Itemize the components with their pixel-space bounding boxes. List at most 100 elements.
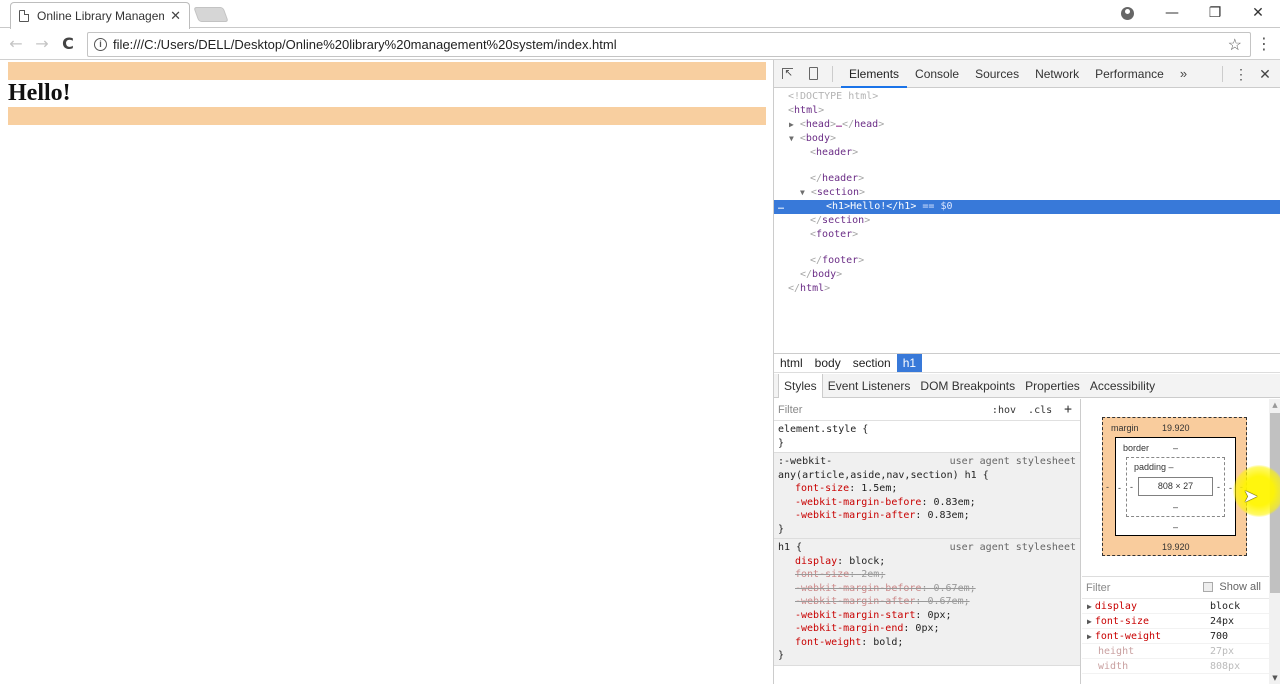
mouse-cursor-icon: ➤ — [1243, 486, 1259, 507]
scroll-down-icon[interactable]: ▼ — [1269, 672, 1280, 684]
border-top-value[interactable]: – — [1173, 443, 1178, 453]
style-property[interactable]: -webkit-margin-end: 0px; — [778, 622, 1076, 636]
border-left-value[interactable]: - — [1118, 483, 1121, 493]
subtab-event-listeners[interactable]: Event Listeners — [823, 374, 916, 398]
dom-node-html-close[interactable]: </html> — [774, 282, 1280, 296]
border-bottom-value[interactable]: – — [1173, 522, 1178, 532]
cls-button[interactable]: .cls — [1028, 405, 1052, 416]
more-tabs-icon[interactable]: » — [1172, 66, 1195, 81]
collapse-arrow-icon[interactable]: ▼ — [800, 188, 805, 197]
border-right-value[interactable]: - — [1229, 483, 1232, 493]
style-property[interactable]: font-weight: bold; — [778, 636, 1076, 650]
dom-node-footer-close[interactable]: </footer> — [774, 254, 1280, 268]
expand-arrow-icon[interactable]: ▶ — [789, 120, 794, 129]
subtab-properties[interactable]: Properties — [1020, 374, 1085, 398]
dom-node-footer-open[interactable]: <footer> — [774, 228, 1280, 242]
breadcrumb-section[interactable]: section — [847, 354, 897, 372]
computed-row[interactable]: height 27px — [1082, 644, 1269, 659]
bookmark-star-icon[interactable]: ☆ — [1228, 35, 1242, 55]
device-toolbar-icon[interactable] — [800, 60, 826, 88]
reload-button[interactable]: C — [58, 34, 78, 54]
tab-console[interactable]: Console — [907, 60, 967, 88]
dom-node-head[interactable]: ▶ <head>…</head> — [774, 118, 1280, 132]
inspect-element-icon[interactable] — [774, 60, 800, 88]
breadcrumb-html[interactable]: html — [774, 354, 809, 372]
subtab-styles[interactable]: Styles — [778, 373, 823, 398]
more-actions-icon[interactable]: … — [778, 200, 784, 214]
subtab-accessibility[interactable]: Accessibility — [1085, 374, 1160, 398]
style-property[interactable]: -webkit-margin-start: 0px; — [778, 609, 1076, 623]
computed-row[interactable]: ▶ font-weight 700 — [1082, 629, 1269, 644]
scroll-thumb[interactable] — [1270, 413, 1280, 593]
devtools-menu-icon[interactable]: ⋮ — [1231, 60, 1251, 88]
dom-node-body-close[interactable]: </body> — [774, 268, 1280, 282]
margin-bottom-value[interactable]: 19.920 — [1162, 542, 1190, 552]
rule-h1[interactable]: h1 {user agent stylesheet display: block… — [774, 539, 1080, 666]
back-button[interactable]: ← — [6, 34, 26, 54]
box-model-padding[interactable]: padding – – - - 808 × 27 — [1126, 457, 1225, 517]
rule-selector: element.style { — [778, 424, 869, 435]
styles-filter-input[interactable]: Filter :hov .cls + — [774, 399, 1080, 421]
new-tab-button[interactable] — [193, 7, 229, 22]
tab-elements[interactable]: Elements — [841, 60, 908, 88]
sidebar-scrollbar[interactable]: ▲ ▼ — [1269, 399, 1280, 684]
dom-node-section[interactable]: ▼ <section> — [774, 186, 1280, 200]
padding-left-value[interactable]: - — [1130, 482, 1133, 492]
info-icon[interactable]: i — [94, 38, 107, 51]
expand-arrow-icon[interactable]: ▶ — [1087, 602, 1092, 611]
style-property[interactable]: -webkit-margin-before: 0.83em; — [778, 496, 1076, 510]
style-property-overridden[interactable]: font-size: 2em; — [778, 568, 1076, 582]
browser-menu-icon[interactable]: ⋮ — [1256, 35, 1272, 53]
tab-performance[interactable]: Performance — [1087, 60, 1172, 88]
dom-node-header-close[interactable]: </header> — [774, 172, 1280, 186]
expand-arrow-icon[interactable]: ▶ — [1087, 632, 1092, 641]
minimize-button[interactable]: — — [1150, 0, 1194, 26]
dom-node-html[interactable]: <html> — [774, 104, 1280, 118]
dom-node-section-close[interactable]: </section> — [774, 214, 1280, 228]
box-model-content[interactable]: 808 × 27 — [1138, 477, 1213, 496]
computed-row[interactable]: ▶ font-size 24px — [1082, 614, 1269, 629]
subtab-dom-breakpoints[interactable]: DOM Breakpoints — [915, 374, 1020, 398]
dom-node-h1-selected[interactable]: … <h1>Hello!</h1> == $0 — [774, 200, 1280, 214]
address-bar[interactable]: i file:///C:/Users/DELL/Desktop/Online%2… — [87, 32, 1251, 57]
breadcrumb-h1[interactable]: h1 — [896, 354, 923, 372]
hov-button[interactable]: :hov — [992, 405, 1016, 416]
computed-row[interactable]: ▶ display block — [1082, 599, 1269, 614]
forward-button[interactable]: → — [32, 34, 52, 54]
expand-arrow-icon[interactable]: ▶ — [1087, 617, 1092, 626]
tab-sources[interactable]: Sources — [967, 60, 1027, 88]
dom-tree: <!DOCTYPE html> <html> ▶ <head>…</head> … — [774, 89, 1280, 353]
maximize-button[interactable]: ❐ — [1193, 0, 1237, 26]
computed-row[interactable]: width 808px — [1082, 659, 1269, 674]
collapse-arrow-icon[interactable]: ▼ — [789, 134, 794, 143]
styles-subtabs: Styles Event Listeners DOM Breakpoints P… — [774, 373, 1280, 398]
style-property-overridden[interactable]: -webkit-margin-after: 0.67em; — [778, 595, 1076, 609]
style-property[interactable]: -webkit-margin-after: 0.83em; — [778, 509, 1076, 523]
dom-node-header-open[interactable]: <header> — [774, 146, 1280, 160]
new-rule-icon[interactable]: + — [1064, 402, 1072, 417]
account-icon[interactable] — [1105, 0, 1149, 26]
padding-bottom-value[interactable]: – — [1173, 502, 1178, 512]
scroll-up-icon[interactable]: ▲ — [1269, 399, 1280, 411]
box-model-border[interactable]: border – – - - padding – – - - 808 × 27 — [1115, 437, 1236, 536]
rule-webkit-any-h1[interactable]: :-webkit-user agent stylesheet any(artic… — [774, 453, 1080, 539]
computed-filter-input[interactable]: Filter Show all — [1082, 577, 1269, 599]
box-model-margin[interactable]: margin 19.920 19.920 - - border – – - - … — [1102, 417, 1247, 556]
window-close-button[interactable]: ✕ — [1236, 0, 1280, 26]
dom-node-doctype[interactable]: <!DOCTYPE html> — [774, 90, 1280, 104]
tab-close-icon[interactable]: ✕ — [170, 9, 181, 24]
padding-right-value[interactable]: - — [1217, 482, 1220, 492]
show-all-checkbox[interactable]: Show all — [1203, 581, 1261, 593]
breadcrumb-body[interactable]: body — [809, 354, 847, 372]
devtools-close-icon[interactable]: ✕ — [1255, 60, 1275, 88]
browser-tab[interactable]: Online Library Managem ✕ — [10, 2, 190, 29]
dom-node-body[interactable]: ▼ <body> — [774, 132, 1280, 146]
checkbox-icon[interactable] — [1203, 582, 1214, 592]
margin-left-value[interactable]: - — [1106, 482, 1109, 492]
style-property[interactable]: font-size: 1.5em; — [778, 482, 1076, 496]
style-property-overridden[interactable]: -webkit-margin-before: 0.67em; — [778, 582, 1076, 596]
margin-top-value[interactable]: 19.920 — [1162, 423, 1190, 433]
rule-element-style[interactable]: element.style { } — [774, 421, 1080, 453]
style-property[interactable]: display: block; — [778, 555, 1076, 569]
tab-network[interactable]: Network — [1027, 60, 1087, 88]
